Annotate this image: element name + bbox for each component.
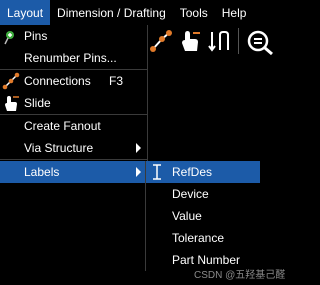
zoom-icon[interactable] [246,29,274,55]
submenu-item-device[interactable]: Device [146,183,260,205]
text-cursor-icon [153,164,161,180]
menu-item-create-fanout[interactable]: Create Fanout [0,115,147,137]
menu-item-slide[interactable]: Slide [0,92,147,114]
swap-pins-icon[interactable] [208,29,232,53]
menu-item-pins[interactable]: Pins [0,25,147,47]
submenu-item-tolerance[interactable]: Tolerance [146,227,260,249]
menu-item-create-fanout-label: Create Fanout [24,119,101,133]
menu-bar: Layout Dimension / Drafting Tools Help [0,0,284,25]
menu-help[interactable]: Help [215,0,254,25]
slide-icon [5,96,19,111]
menu-item-pins-label: Pins [24,29,48,43]
connections-icon [2,72,20,90]
menu-item-labels-label: Labels [24,165,60,179]
slide-tool-icon[interactable] [178,29,202,53]
menu-separator [0,159,147,160]
submenu-item-part-number-label: Part Number [172,253,241,267]
menu-layout[interactable]: Layout [0,0,51,25]
pin-icon [4,31,14,45]
menu-item-labels[interactable]: Labels [0,161,147,183]
submenu-item-device-label: Device [172,187,209,201]
menu-dimension-drafting[interactable]: Dimension / Drafting [50,0,173,25]
submenu-arrow-icon [136,167,141,177]
submenu-item-value[interactable]: Value [146,205,260,227]
layout-menu: Pins Renumber Pins... Connections F3 Sli… [0,25,148,185]
menu-item-renumber-pins-label: Renumber Pins... [24,51,117,65]
connections-tool-icon[interactable] [150,29,172,53]
toolbar-divider [238,28,239,54]
menu-item-slide-label: Slide [24,96,51,110]
labels-submenu: RefDes Device Value Tolerance Part Numbe… [145,161,260,271]
submenu-item-tolerance-label: Tolerance [172,231,225,245]
submenu-item-value-label: Value [172,209,202,223]
menu-tools[interactable]: Tools [173,0,215,25]
menu-item-renumber-pins[interactable]: Renumber Pins... [0,47,147,69]
toolbar [148,25,284,65]
menu-item-connections-shortcut: F3 [109,74,124,88]
submenu-arrow-icon [136,143,141,153]
menu-item-via-structure-label: Via Structure [24,141,94,155]
submenu-item-refdes-label: RefDes [172,165,213,179]
watermark: CSDN @五羟基己醛 [194,270,286,281]
menu-item-via-structure[interactable]: Via Structure [0,137,147,159]
menu-item-connections[interactable]: Connections F3 [0,70,147,92]
menu-item-connections-label: Connections [24,74,91,88]
submenu-item-refdes[interactable]: RefDes [146,161,260,183]
